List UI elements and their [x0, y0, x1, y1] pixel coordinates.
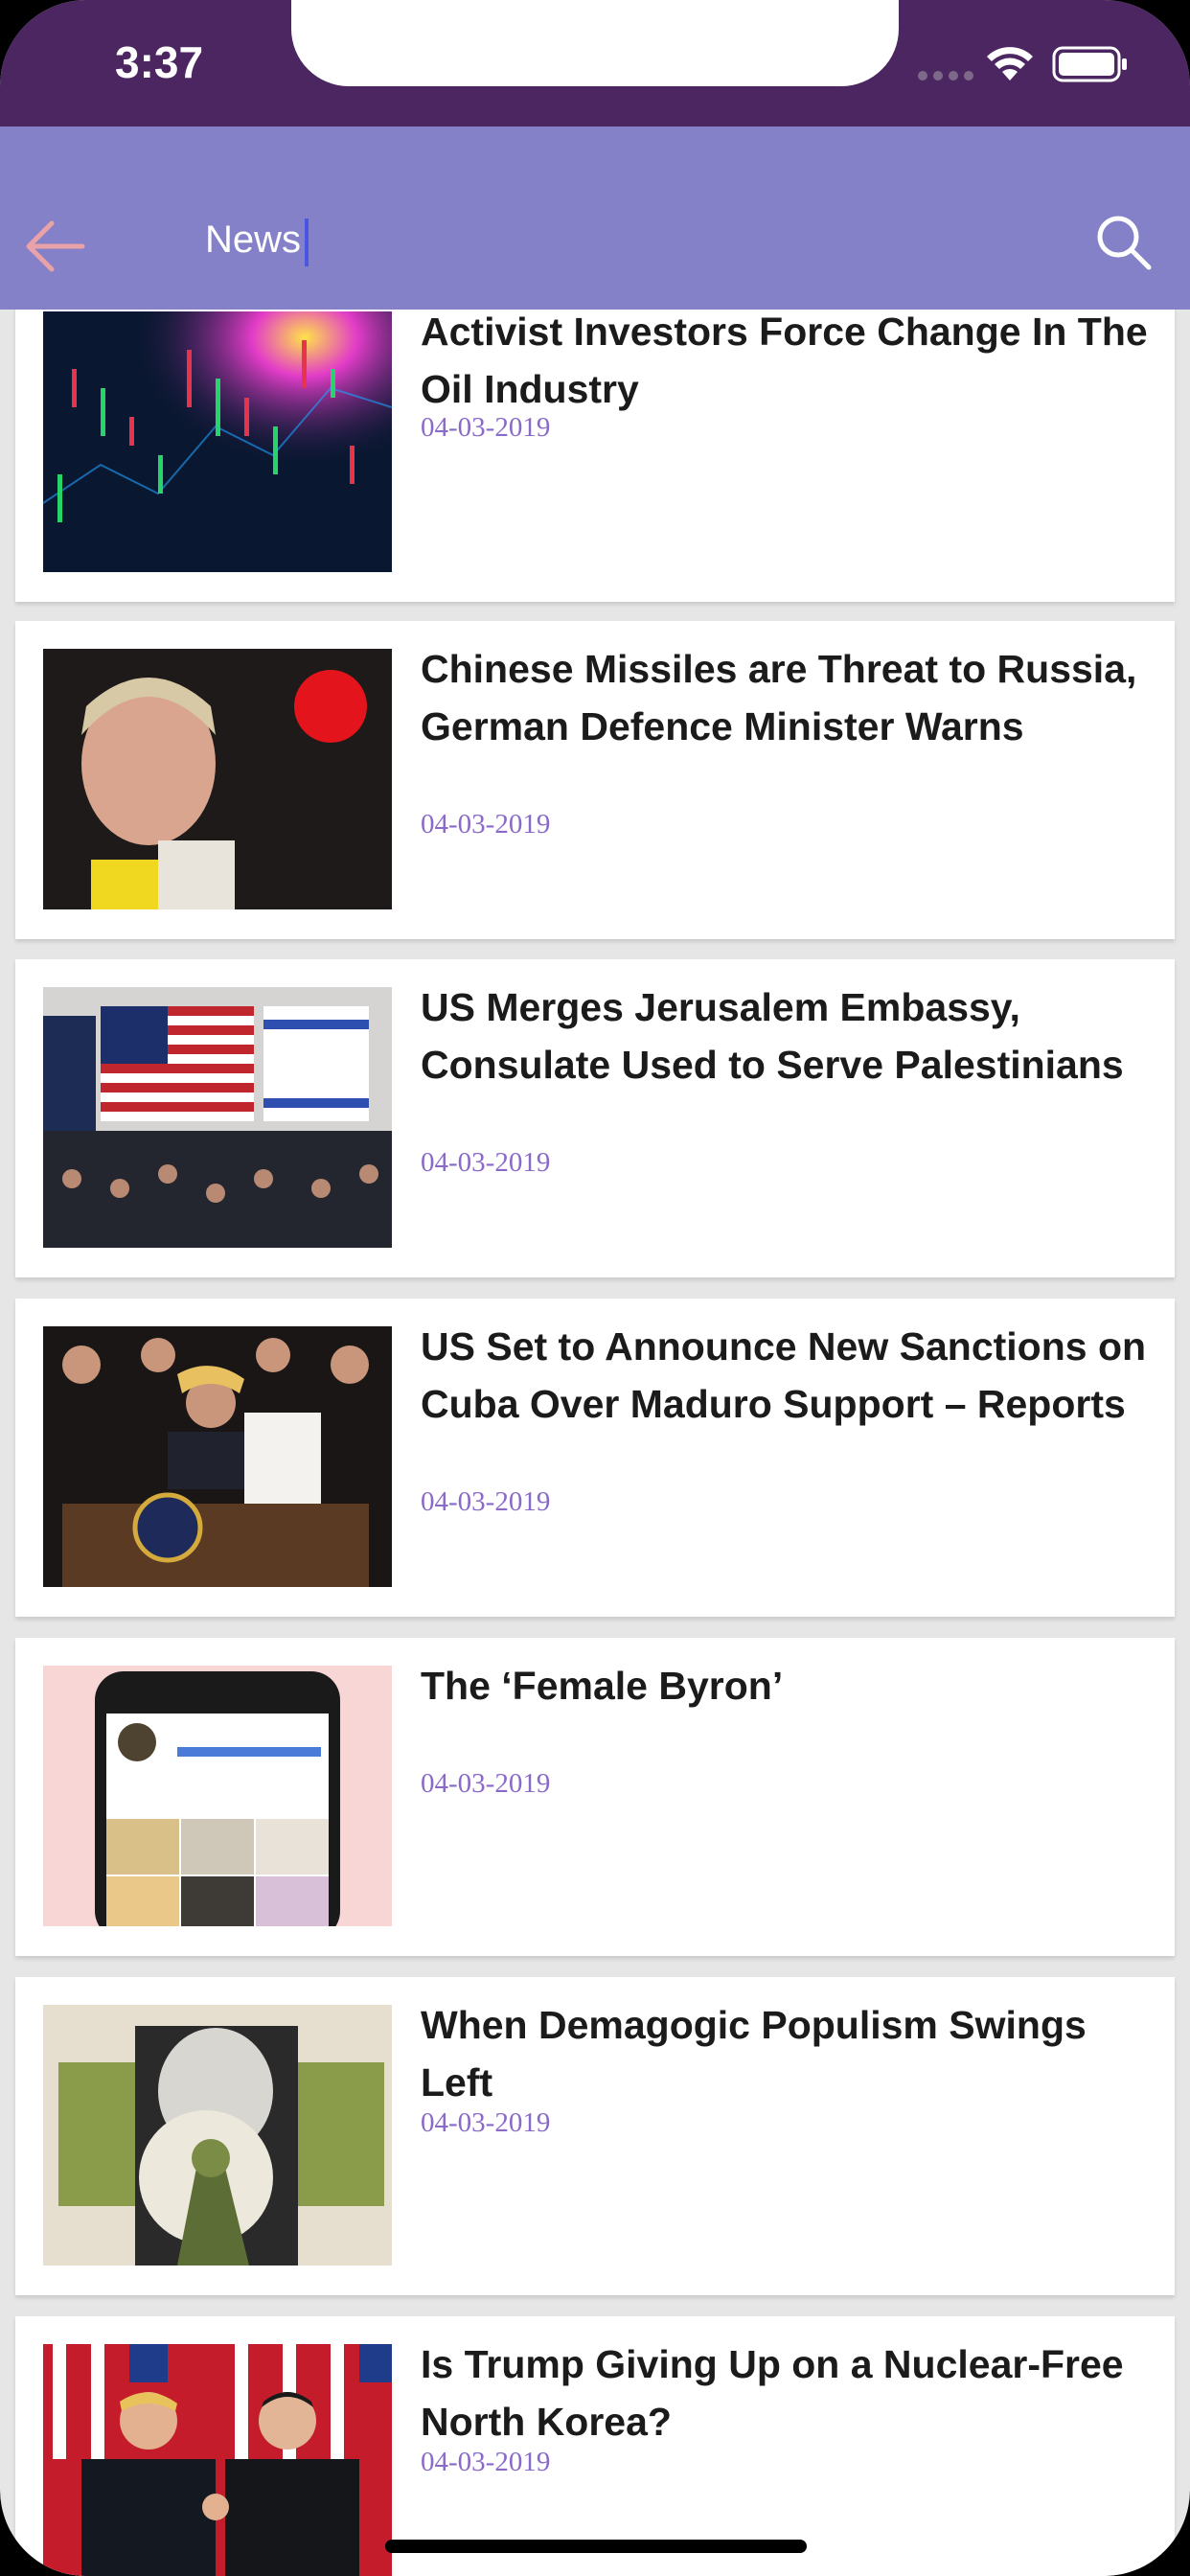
article-title: Is Trump Giving Up on a Nuclear-Free Nor…	[421, 2342, 1124, 2444]
search-icon	[1097, 216, 1152, 270]
article-date: 04-03-2019	[421, 2447, 551, 2477]
navigation-bar: News	[0, 126, 1190, 310]
status-time: 3:37	[115, 37, 204, 87]
article-card[interactable]: When Demagogic Populism Swings Left 04-0…	[15, 1977, 1175, 2295]
handshake-image	[43, 2344, 392, 2576]
text-cursor	[305, 218, 309, 266]
article-date: 04-03-2019	[421, 412, 551, 443]
article-title: Chinese Missiles are Threat to Russia, G…	[421, 647, 1137, 748]
article-title: Activist Investors Force Change In The O…	[421, 310, 1148, 411]
article-card[interactable]: Chinese Missiles are Threat to Russia, G…	[15, 621, 1175, 939]
status-bar: 3:37	[0, 0, 1190, 126]
cellular-signal-icon	[918, 71, 973, 80]
article-date: 04-03-2019	[421, 1768, 551, 1799]
arrow-left-icon	[26, 220, 85, 272]
article-date: 04-03-2019	[421, 2107, 551, 2138]
article-card[interactable]: US Merges Jerusalem Embassy, Consulate U…	[15, 959, 1175, 1277]
article-list[interactable]: Activist Investors Force Change In The O…	[0, 310, 1190, 2576]
search-button[interactable]	[1094, 213, 1154, 272]
collage-illustration-image	[43, 2005, 392, 2266]
notch	[291, 0, 899, 86]
article-card[interactable]: US Set to Announce New Sanctions on Cuba…	[15, 1299, 1175, 1617]
article-date: 04-03-2019	[421, 809, 551, 840]
article-title: When Demagogic Populism Swings Left	[421, 2003, 1087, 2104]
article-title: US Set to Announce New Sanctions on Cuba…	[421, 1324, 1147, 1426]
article-date: 04-03-2019	[421, 1147, 551, 1178]
article-card[interactable]: Activist Investors Force Change In The O…	[15, 310, 1175, 602]
back-button[interactable]	[21, 213, 88, 280]
phone-screen: 3:37 News Activist Investors Force Chang…	[0, 0, 1190, 2576]
article-title: The ‘Female Byron’	[421, 1664, 784, 1708]
home-indicator[interactable]	[385, 2540, 807, 2553]
stock-chart-image	[43, 311, 392, 572]
search-field-text[interactable]: News	[205, 218, 301, 262]
battery-icon	[1052, 46, 1127, 82]
article-card[interactable]: Is Trump Giving Up on a Nuclear-Free Nor…	[15, 2316, 1175, 2576]
phone-instagram-image	[43, 1666, 392, 1926]
signing-ceremony-image	[43, 1326, 392, 1587]
embassy-ceremony-image	[43, 987, 392, 1248]
wifi-icon	[987, 47, 1033, 80]
article-title: US Merges Jerusalem Embassy, Consulate U…	[421, 985, 1124, 1087]
article-date: 04-03-2019	[421, 1486, 551, 1517]
minister-portrait-image	[43, 649, 392, 909]
article-card[interactable]: The ‘Female Byron’ 04-03-2019	[15, 1638, 1175, 1956]
